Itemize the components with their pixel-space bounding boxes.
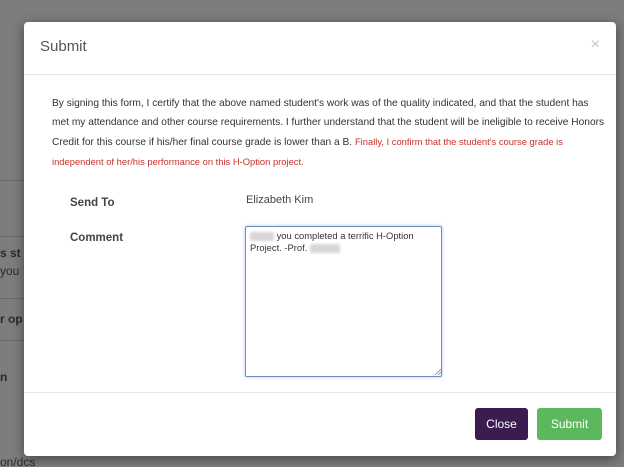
resize-grip-icon[interactable] (434, 368, 441, 375)
comment-textarea[interactable]: you completed a terrific H-Option Projec… (245, 226, 442, 377)
submit-button[interactable]: Submit (537, 408, 602, 440)
redacted-name (309, 243, 340, 253)
close-button[interactable]: Close (475, 408, 528, 440)
close-icon[interactable]: × (591, 36, 600, 54)
modal-title: Submit (40, 38, 87, 55)
comment-label: Comment (70, 232, 124, 244)
submit-modal: Submit × By signing this form, I certify… (24, 22, 616, 456)
certification-statement: By signing this form, I certify that the… (52, 94, 606, 172)
background-text-fragment: n (0, 370, 8, 384)
modal-header: Submit × (24, 22, 616, 75)
redacted-name (250, 232, 274, 242)
background-text-fragment: s st (0, 246, 21, 260)
modal-footer: Close Submit (24, 392, 616, 457)
background-text-fragment: you (0, 264, 20, 278)
send-to-label: Send To (70, 197, 115, 209)
background-text-fragment: r op (0, 312, 22, 326)
send-to-value: Elizabeth Kim (246, 194, 314, 206)
